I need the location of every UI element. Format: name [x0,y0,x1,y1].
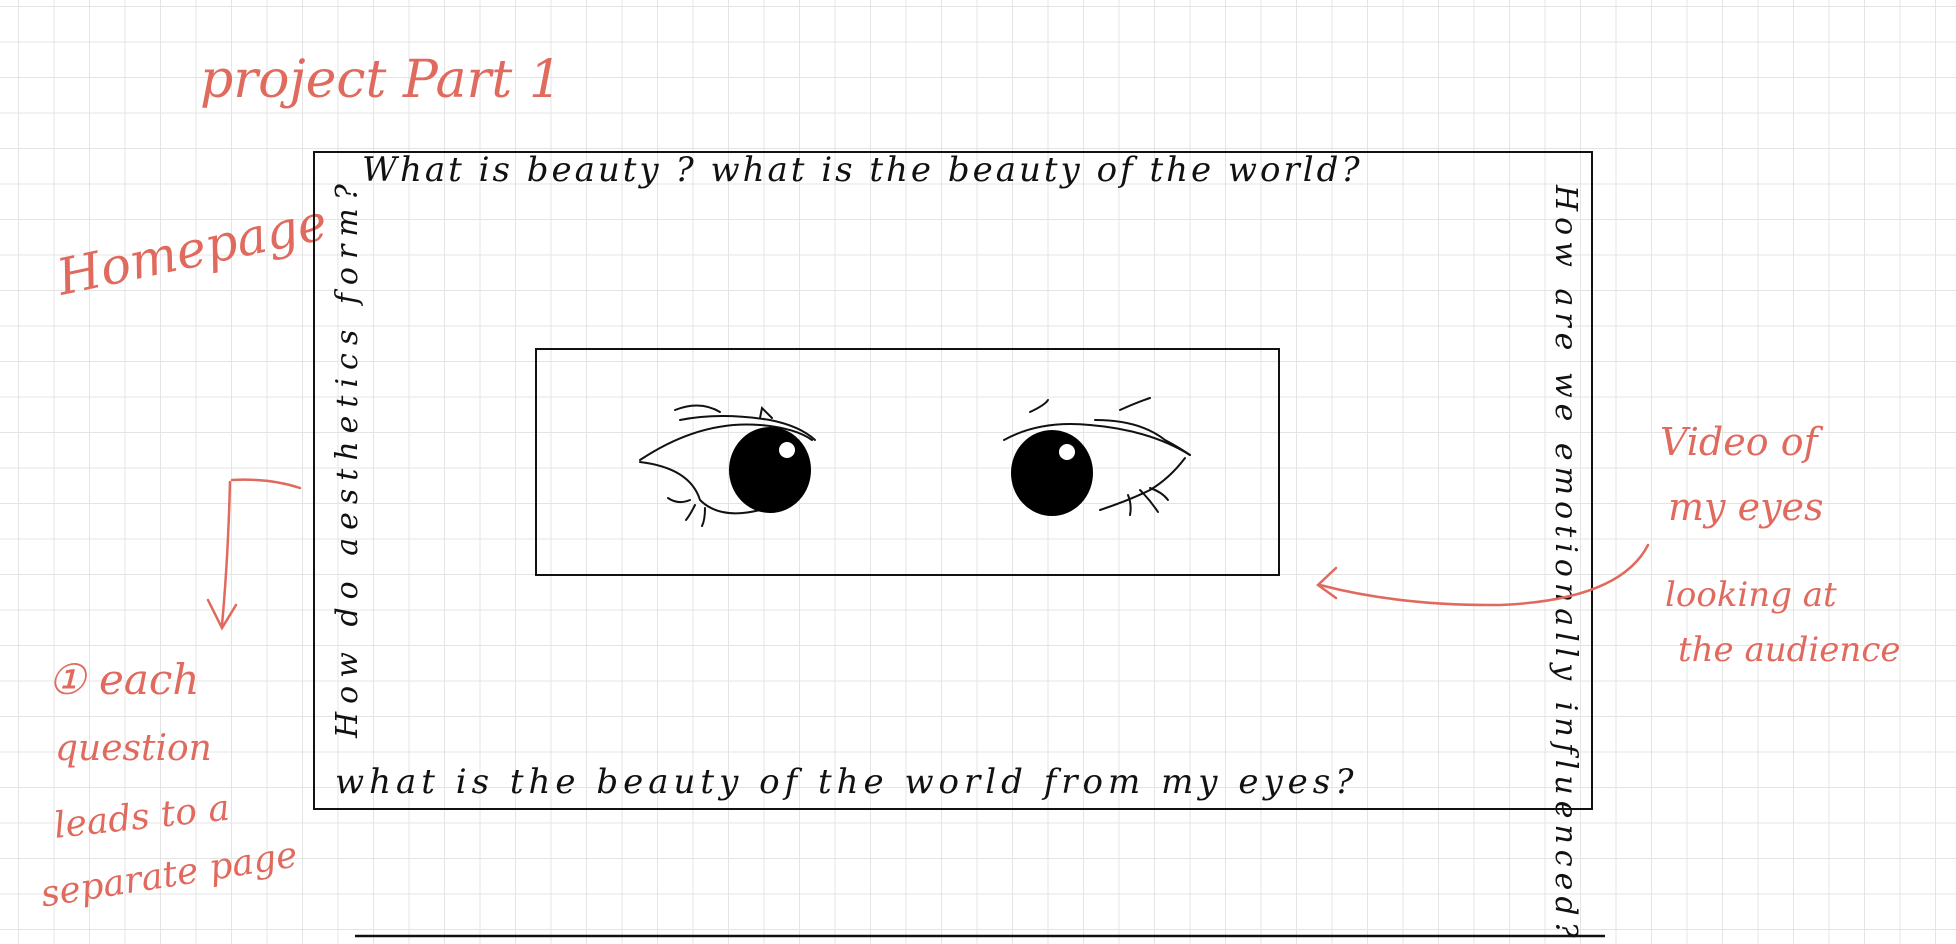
right-eye-icon [1003,397,1191,516]
question-note-line2: question [55,728,212,769]
left-eye-icon [639,404,816,527]
video-note-line1: Video of [1660,420,1818,464]
sketch-layer [206,397,1650,938]
video-note-arrow [1316,543,1650,607]
question-note-line1: ① each [48,655,200,704]
question-note-arrow [206,478,302,631]
video-note-line2: my eyes [1668,485,1824,529]
video-note-line3: looking at [1665,575,1837,615]
video-note-line4: the audience [1678,630,1901,670]
